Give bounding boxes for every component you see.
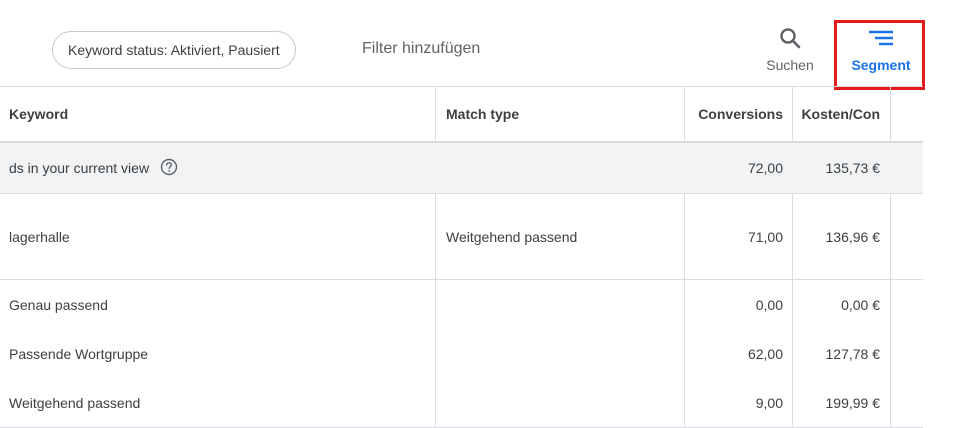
segment-label: Passende Wortgruppe [9,345,149,362]
keywords-table: Keyword Match type Conversions Kosten/Co… [0,86,923,428]
table-header-row: Keyword Match type Conversions Kosten/Co… [0,87,923,143]
help-icon[interactable] [160,158,178,179]
search-button[interactable]: Suchen [755,26,825,73]
segment-row: Genau passend 0,00 0,00 € [0,280,923,329]
keyword-status-filter-chip[interactable]: Keyword status: Aktiviert, Pausiert [52,31,296,69]
total-row-label-cell: ds in your current view [0,143,435,193]
total-row-label: ds in your current view [9,160,150,176]
conversions-cell: 62,00 [747,345,783,362]
segment-label: Weitgehend passend [9,394,141,411]
column-header-match-type[interactable]: Match type [436,87,684,141]
match-type-cell: Weitgehend passend [446,228,578,245]
keyword-cell[interactable]: lagerhalle [0,194,435,279]
cost-per-conversion-cell: 0,00 € [841,296,880,313]
column-header-cost-per-conversion[interactable]: Kosten/Con [793,87,890,141]
total-cost-per-conversion: 135,73 € [825,160,881,176]
conversions-cell: 0,00 [755,296,783,313]
table-row[interactable]: lagerhalle Weitgehend passend 71,00 136,… [0,194,923,280]
search-icon [755,26,825,55]
total-row: ds in your current view 72,00 135,73 € [0,143,923,194]
filter-bar: Keyword status: Aktiviert, Pausiert Filt… [0,0,955,90]
total-conversions: 72,00 [747,160,783,176]
search-label: Suchen [766,57,814,73]
add-filter-button[interactable]: Filter hinzufügen [362,40,480,58]
segment-highlight-box [834,20,925,90]
conversions-cell: 71,00 [747,228,783,245]
cost-per-conversion-cell: 136,96 € [825,228,881,245]
column-header-conversions[interactable]: Conversions [685,87,792,141]
column-header-keyword[interactable]: Keyword [0,87,435,141]
cost-per-conversion-cell: 199,99 € [825,394,881,411]
segment-row: Passende Wortgruppe 62,00 127,78 € [0,329,923,378]
segment-row: Weitgehend passend 9,00 199,99 € [0,378,923,427]
cost-per-conversion-cell: 127,78 € [825,345,881,362]
segment-label: Genau passend [9,296,108,313]
conversions-cell: 9,00 [755,394,783,411]
